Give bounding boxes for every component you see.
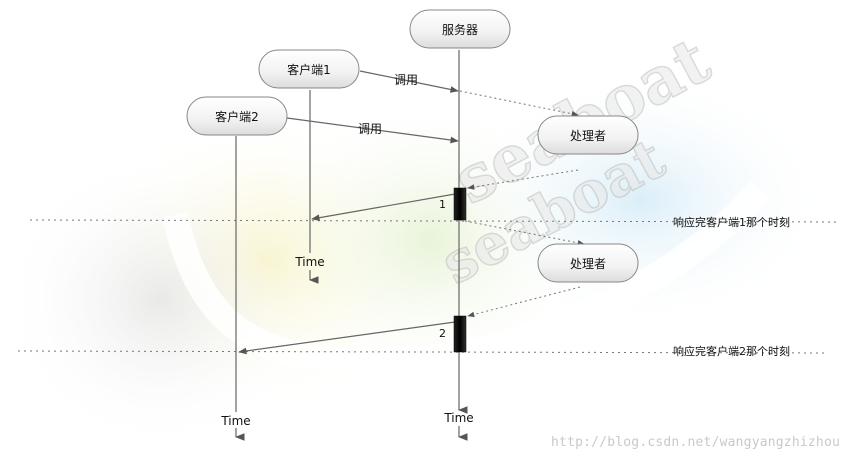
response-1-label: 1	[439, 198, 446, 211]
activation-bar-2	[453, 315, 467, 353]
server-node: 服务器	[409, 9, 511, 49]
client1-node: 客户端1	[258, 49, 360, 89]
activation-bar-1	[453, 187, 467, 221]
client2-label: 客户端2	[215, 109, 259, 124]
client2-node: 客户端2	[186, 96, 288, 136]
moment-2-label: 响应完客户端2那个时刻	[673, 344, 790, 358]
handler-a-label: 处理者	[570, 129, 606, 143]
client1-label: 客户端1	[287, 62, 331, 77]
moment-1-label: 响应完客户端1那个时刻	[673, 215, 790, 229]
sequence-diagram: seaboat seaboat 服务器 客户端1 客户端2 处理者 处	[0, 9, 841, 450]
watermark-url: http://blog.csdn.net/wangyangzhizhou	[551, 435, 840, 450]
server-time-label: Time	[443, 411, 473, 425]
handler-b-node: 处理者	[537, 243, 639, 283]
server-label: 服务器	[442, 22, 478, 37]
client2-time-label: Time	[220, 414, 250, 428]
background-decoration	[0, 70, 830, 450]
response-2-label: 2	[439, 327, 446, 340]
client1-time-label: Time	[294, 255, 324, 269]
handler-b-label: 处理者	[570, 257, 606, 271]
handler-a-node: 处理者	[537, 115, 639, 155]
call-client1-label: 调用	[394, 73, 418, 87]
call-client2-label: 调用	[358, 122, 382, 136]
